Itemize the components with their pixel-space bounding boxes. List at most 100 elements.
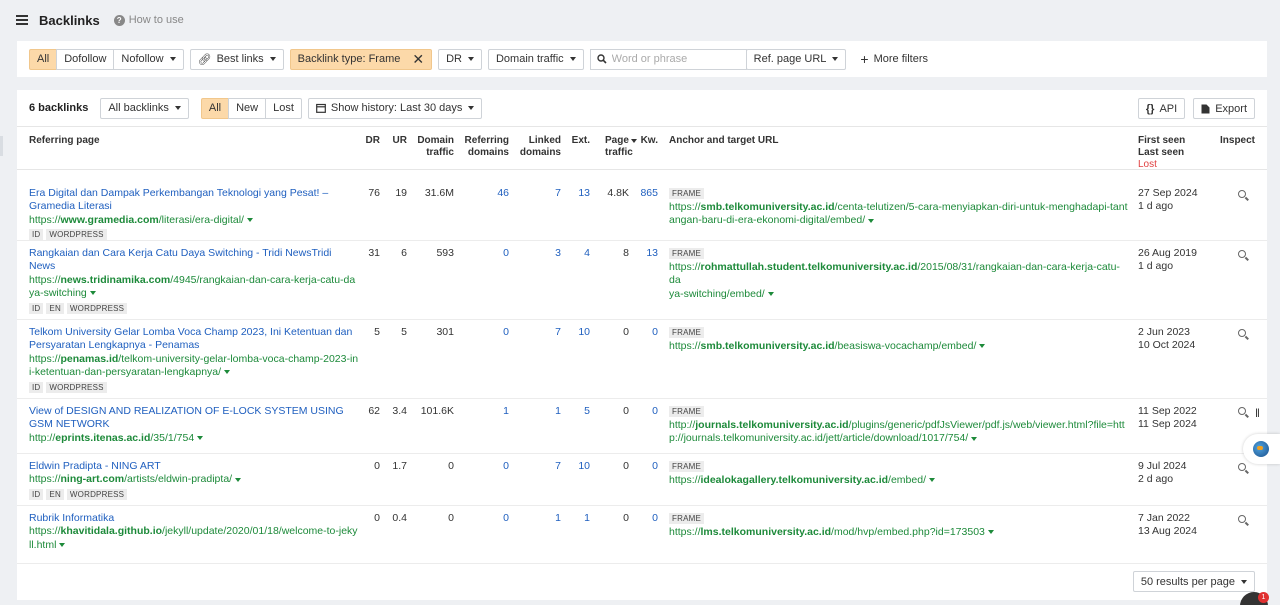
col-ext[interactable]: Ext.: [566, 135, 590, 147]
chevron-down-icon[interactable]: [59, 543, 66, 548]
linked-domains-value[interactable]: 7: [517, 187, 561, 200]
referring-page-title[interactable]: View of DESIGN AND REALIZATION OF E-LOCK…: [29, 405, 359, 418]
referring-page-title[interactable]: GSM NETWORK: [29, 418, 359, 431]
referring-page-title[interactable]: News: [29, 260, 359, 273]
chevron-down-icon[interactable]: [868, 218, 875, 223]
per-page-dropdown[interactable]: 50 results per page: [1132, 571, 1255, 592]
linked-domains-value[interactable]: 7: [517, 326, 561, 339]
book-icon[interactable]: ‖: [1255, 406, 1267, 420]
domain-traffic-dropdown[interactable]: Domain traffic: [487, 48, 584, 70]
referring-page-url[interactable]: https://news.tridinamika.com/4945/rangka…: [29, 274, 359, 287]
referring-page-title[interactable]: Persyaratan Lengkapnya - Penamas: [29, 339, 359, 352]
ext-value[interactable]: 1: [566, 512, 590, 525]
referring-page-url[interactable]: http://eprints.itenas.ac.id/35/1/754: [29, 432, 359, 445]
kw-value[interactable]: 865: [637, 187, 658, 200]
best-links-dropdown[interactable]: 🔗︎ Best links: [189, 48, 284, 70]
col-referring-page[interactable]: Referring page: [29, 135, 100, 147]
target-url[interactable]: http://journals.telkomuniversity.ac.id/p…: [669, 419, 1131, 432]
referring-page-url[interactable]: https://penamas.id/telkom-university-gel…: [29, 353, 359, 366]
linked-domains-value[interactable]: 3: [517, 247, 561, 260]
ref-domains-value[interactable]: 46: [463, 187, 509, 200]
referring-page-title[interactable]: Eldwin Pradipta - NING ART: [29, 460, 359, 473]
chevron-down-icon[interactable]: [89, 291, 96, 296]
backlink-type-filter[interactable]: Backlink type: Frame ✕: [289, 48, 433, 70]
col-dates[interactable]: First seen Last seen Lost: [1138, 135, 1185, 171]
col-domain-traffic[interactable]: Domain traffic: [415, 135, 454, 159]
col-anchor[interactable]: Anchor and target URL: [669, 135, 778, 147]
chevron-down-icon[interactable]: [246, 218, 253, 223]
api-button[interactable]: {} API: [1137, 98, 1186, 119]
dr-dropdown[interactable]: DR: [438, 48, 482, 70]
inspect-search-icon[interactable]: [1238, 250, 1246, 258]
referring-page-url[interactable]: ll.html: [29, 539, 359, 552]
history-new-tab[interactable]: New: [228, 97, 267, 119]
target-url[interactable]: https://rohmattullah.student.telkomunive…: [669, 261, 1131, 288]
close-icon[interactable]: ✕: [412, 52, 424, 66]
chevron-down-icon[interactable]: [929, 478, 935, 483]
col-linked-domains[interactable]: Linked domains: [517, 135, 561, 159]
ext-value[interactable]: 10: [566, 460, 590, 473]
ext-value[interactable]: 13: [566, 187, 590, 200]
more-filters-button[interactable]: + More filters: [860, 51, 928, 67]
referring-page-url[interactable]: ya-switching: [29, 287, 359, 300]
inspect-search-icon[interactable]: [1238, 329, 1246, 337]
linked-domains-value[interactable]: 1: [517, 405, 561, 418]
referring-page-url[interactable]: i-ketentuan-dan-persyaratan-lengkapnya/: [29, 366, 359, 379]
kw-value[interactable]: 0: [637, 460, 658, 473]
kw-value[interactable]: 0: [637, 512, 658, 525]
referring-page-title[interactable]: Rangkaian dan Cara Kerja Catu Daya Switc…: [29, 247, 359, 260]
target-url[interactable]: p://journals.telkomuniversity.ac.id/jett…: [669, 432, 1131, 445]
inspect-search-icon[interactable]: [1238, 190, 1246, 198]
chevron-down-icon[interactable]: [235, 477, 242, 482]
referring-page-title[interactable]: Era Digital dan Dampak Perkembangan Tekn…: [29, 187, 359, 200]
linked-domains-value[interactable]: 7: [517, 460, 561, 473]
how-to-use-link[interactable]: How to use: [129, 14, 184, 26]
ext-value[interactable]: 4: [566, 247, 590, 260]
referring-page-title[interactable]: Gramedia Literasi: [29, 200, 359, 213]
col-ur[interactable]: UR: [387, 135, 407, 147]
search-input[interactable]: [611, 53, 742, 65]
col-referring-domains[interactable]: Referring domains: [463, 135, 509, 159]
all-backlinks-dropdown[interactable]: All backlinks: [100, 97, 189, 119]
history-lost-tab[interactable]: Lost: [265, 97, 302, 119]
export-button[interactable]: Export: [1193, 98, 1255, 119]
globe-extension-button[interactable]: [1243, 434, 1280, 464]
referring-page-url[interactable]: https://khavitidala.github.io/jekyll/upd…: [29, 525, 359, 538]
chevron-down-icon[interactable]: [979, 344, 986, 349]
ext-value[interactable]: 5: [566, 405, 590, 418]
inspect-search-icon[interactable]: [1238, 515, 1246, 523]
history-all-tab[interactable]: All: [200, 97, 230, 119]
inspect-search-icon[interactable]: [1238, 407, 1246, 415]
ref-domains-value[interactable]: 0: [463, 512, 509, 525]
col-kw[interactable]: Kw.: [637, 135, 658, 147]
target-url[interactable]: https://smb.telkomuniversity.ac.id/beasi…: [669, 340, 1131, 353]
target-url[interactable]: https://smb.telkomuniversity.ac.id/centa…: [669, 201, 1131, 214]
menu-icon[interactable]: [16, 15, 28, 25]
filter-nofollow-dropdown[interactable]: Nofollow: [113, 48, 184, 70]
filter-all-button[interactable]: All: [29, 48, 58, 70]
target-url[interactable]: ya-switching/embed/: [669, 288, 1131, 301]
ref-domains-value[interactable]: 0: [463, 326, 509, 339]
referring-page-url[interactable]: https://www.gramedia.com/literasi/era-di…: [29, 214, 359, 227]
ref-domains-value[interactable]: 0: [463, 460, 509, 473]
referring-page-url[interactable]: https://ning-art.com/artists/eldwin-prad…: [29, 473, 359, 486]
target-url[interactable]: https://idealokagallery.telkomuniversity…: [669, 474, 1131, 487]
filter-dofollow-button[interactable]: Dofollow: [56, 48, 115, 70]
ext-value[interactable]: 10: [566, 326, 590, 339]
kw-value[interactable]: 13: [637, 247, 658, 260]
chevron-down-icon[interactable]: [971, 436, 978, 441]
linked-domains-value[interactable]: 1: [517, 512, 561, 525]
target-url[interactable]: https://lms.telkomuniversity.ac.id/mod/h…: [669, 526, 1131, 539]
col-dr[interactable]: DR: [360, 135, 380, 147]
ref-page-url-dropdown[interactable]: Ref. page URL: [745, 48, 847, 70]
show-history-dropdown[interactable]: Show history: Last 30 days: [307, 97, 483, 119]
ref-domains-value[interactable]: 1: [463, 405, 509, 418]
kw-value[interactable]: 0: [637, 405, 658, 418]
question-icon[interactable]: ?: [113, 14, 125, 26]
chevron-down-icon[interactable]: [767, 292, 774, 297]
chevron-down-icon[interactable]: [197, 436, 204, 441]
inspect-search-icon[interactable]: [1238, 463, 1246, 471]
chevron-down-icon[interactable]: [987, 530, 994, 535]
target-url[interactable]: angan-baru-di-era-ekonomi-digital/embed/: [669, 214, 1131, 227]
referring-page-title[interactable]: Rubrik Informatika: [29, 512, 359, 525]
